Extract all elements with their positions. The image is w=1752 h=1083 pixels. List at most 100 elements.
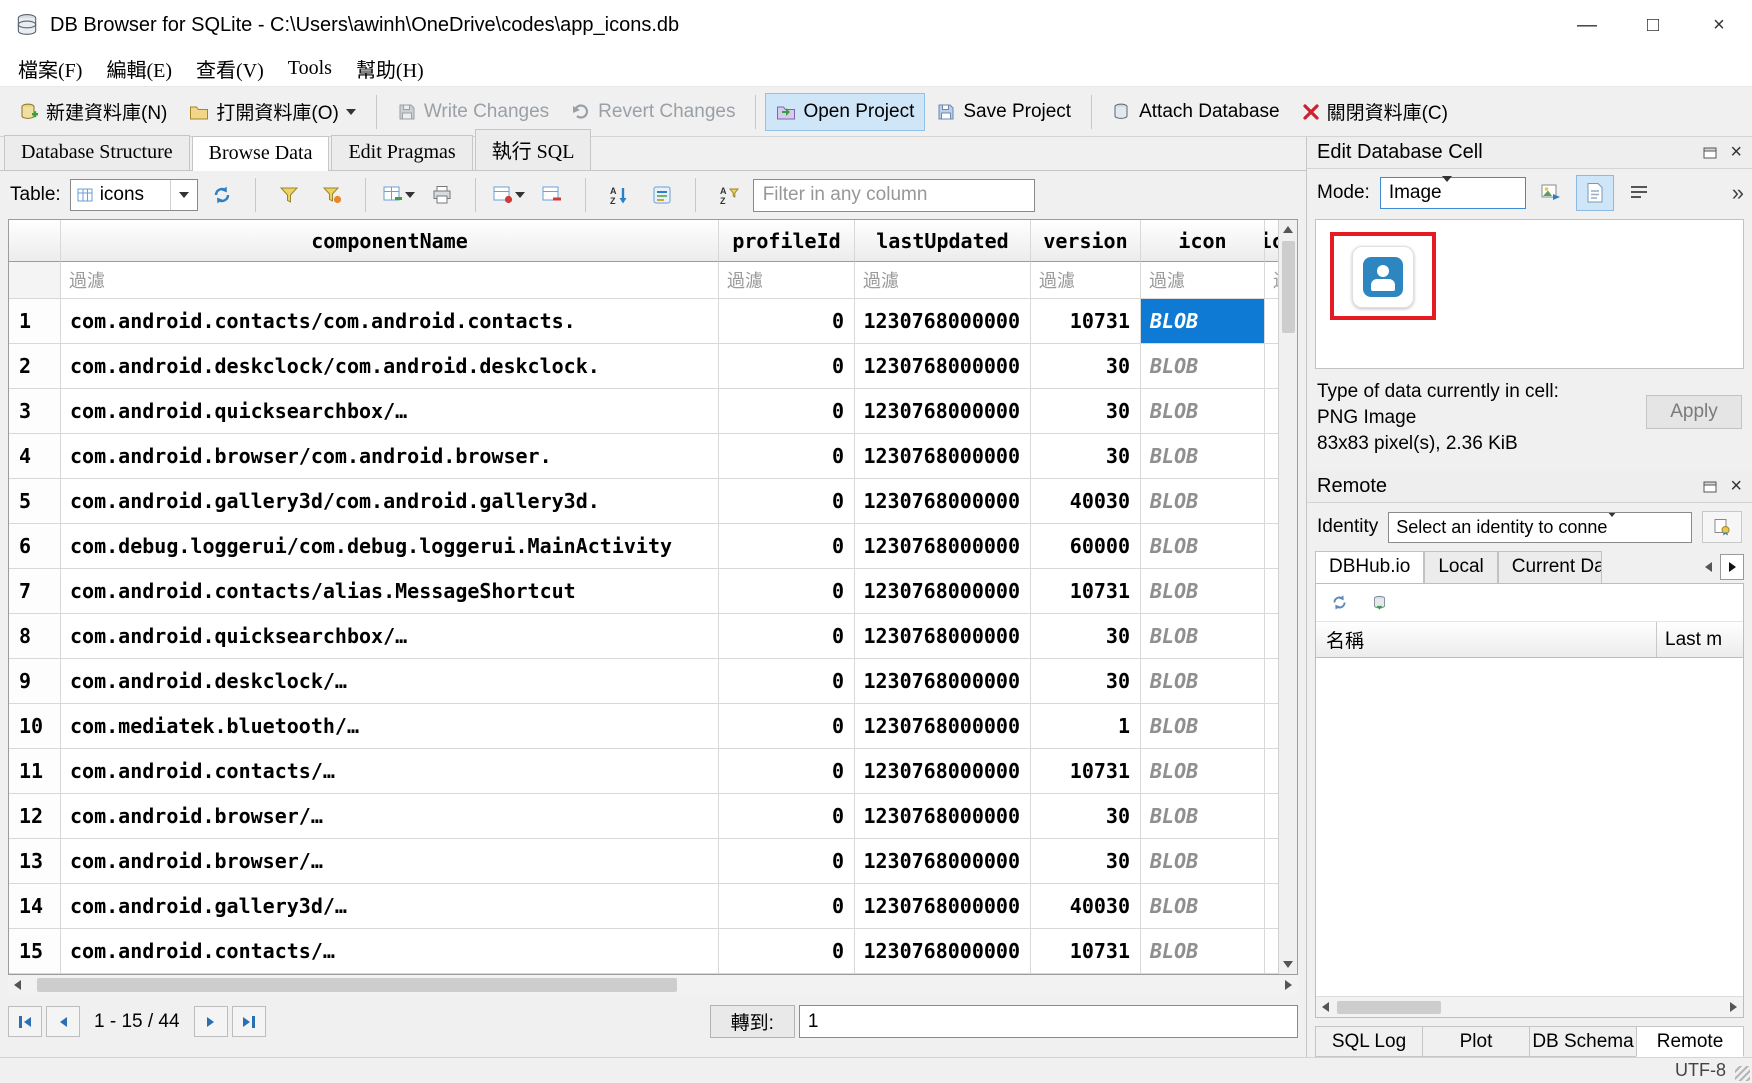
cell-profileid[interactable]: 0 bbox=[719, 659, 855, 704]
clear-filters-button[interactable] bbox=[270, 178, 308, 212]
cell-partial[interactable] bbox=[1265, 479, 1278, 524]
menu-view[interactable]: 查看(V) bbox=[184, 49, 276, 88]
menu-file[interactable]: 檔案(F) bbox=[6, 49, 94, 88]
refresh-button[interactable] bbox=[203, 178, 241, 212]
cell-lastupdated[interactable]: 1230768000000 bbox=[855, 524, 1031, 569]
scroll-right-arrow[interactable] bbox=[1279, 976, 1298, 995]
cell-version[interactable]: 30 bbox=[1031, 794, 1141, 839]
new-record-button[interactable] bbox=[380, 178, 418, 212]
remote-scroll-right-arrow[interactable] bbox=[1724, 998, 1743, 1017]
row-number-cell[interactable]: 2 bbox=[9, 344, 61, 389]
cell-profileid[interactable]: 0 bbox=[719, 524, 855, 569]
remote-scroll-left-arrow[interactable] bbox=[1316, 998, 1335, 1017]
scroll-up-arrow[interactable] bbox=[1279, 220, 1298, 239]
cell-version[interactable]: 30 bbox=[1031, 839, 1141, 884]
print-button[interactable] bbox=[423, 178, 461, 212]
table-select[interactable]: icons bbox=[70, 179, 198, 211]
remote-tab-current-database[interactable]: Current Dat bbox=[1498, 551, 1602, 583]
text-mode-button[interactable] bbox=[1576, 175, 1614, 211]
cell-icon-blob[interactable]: BLOB bbox=[1141, 704, 1265, 749]
row-number-cell[interactable]: 15 bbox=[9, 929, 61, 974]
row-number-cell[interactable]: 13 bbox=[9, 839, 61, 884]
next-record-button[interactable] bbox=[194, 1006, 228, 1037]
row-number-cell[interactable]: 12 bbox=[9, 794, 61, 839]
cell-partial[interactable] bbox=[1265, 929, 1278, 974]
cell-partial[interactable] bbox=[1265, 299, 1278, 344]
cell-componentname[interactable]: com.android.contacts/… bbox=[61, 749, 719, 794]
maximize-button[interactable]: □ bbox=[1620, 0, 1686, 50]
row-number-cell[interactable]: 3 bbox=[9, 389, 61, 434]
cell-lastupdated[interactable]: 1230768000000 bbox=[855, 794, 1031, 839]
resize-grip[interactable] bbox=[1735, 1066, 1750, 1081]
cell-componentname[interactable]: com.android.gallery3d/… bbox=[61, 884, 719, 929]
cell-componentname[interactable]: com.debug.loggerui/com.debug.loggerui.Ma… bbox=[61, 524, 719, 569]
close-panel-icon[interactable]: × bbox=[1730, 475, 1742, 498]
cell-icon-blob[interactable]: BLOB bbox=[1141, 434, 1265, 479]
dock-tab-plot[interactable]: Plot bbox=[1422, 1026, 1529, 1057]
cell-profileid[interactable]: 0 bbox=[719, 839, 855, 884]
cell-icon-blob[interactable]: BLOB bbox=[1141, 659, 1265, 704]
table-row[interactable]: 8 com.android.quicksearchbox/… 0 1230768… bbox=[9, 614, 1278, 659]
filter-input-icon[interactable]: 過濾 bbox=[1141, 262, 1265, 299]
cell-partial[interactable] bbox=[1265, 524, 1278, 569]
close-button[interactable]: × bbox=[1686, 0, 1752, 50]
table-row[interactable]: 2 com.android.deskclock/com.android.desk… bbox=[9, 344, 1278, 389]
cell-icon-blob[interactable]: BLOB bbox=[1141, 344, 1265, 389]
cell-lastupdated[interactable]: 1230768000000 bbox=[855, 299, 1031, 344]
cell-version[interactable]: 1 bbox=[1031, 704, 1141, 749]
dock-tab-db-schema[interactable]: DB Schema bbox=[1529, 1026, 1636, 1057]
new-record-caret[interactable] bbox=[405, 192, 415, 198]
remote-tab-local[interactable]: Local bbox=[1424, 551, 1497, 583]
table-row[interactable]: 6 com.debug.loggerui/com.debug.loggerui.… bbox=[9, 524, 1278, 569]
cell-componentname[interactable]: com.android.browser/… bbox=[61, 839, 719, 884]
cell-version[interactable]: 10731 bbox=[1031, 929, 1141, 974]
close-database-button[interactable]: 關閉資料庫(C) bbox=[1291, 90, 1459, 133]
remote-scroll-thumb[interactable] bbox=[1337, 1001, 1441, 1014]
cell-lastupdated[interactable]: 1230768000000 bbox=[855, 569, 1031, 614]
dock-tab-remote[interactable]: Remote bbox=[1636, 1026, 1744, 1057]
filter-any-column-input[interactable] bbox=[753, 179, 1035, 212]
cell-profileid[interactable]: 0 bbox=[719, 929, 855, 974]
filter-input-partial[interactable]: 過濾 bbox=[1265, 262, 1278, 299]
cell-partial[interactable] bbox=[1265, 704, 1278, 749]
cell-profileid[interactable]: 0 bbox=[719, 614, 855, 659]
import-certificate-button[interactable] bbox=[1702, 511, 1742, 543]
toolbar-overflow-chevron[interactable]: » bbox=[1732, 180, 1742, 206]
table-row[interactable]: 10 com.mediatek.bluetooth/… 0 1230768000… bbox=[9, 704, 1278, 749]
cell-lastupdated[interactable]: 1230768000000 bbox=[855, 704, 1031, 749]
table-row[interactable]: 11 com.android.contacts/… 0 123076800000… bbox=[9, 749, 1278, 794]
cell-componentname[interactable]: com.android.quicksearchbox/… bbox=[61, 389, 719, 434]
column-header-version[interactable]: version bbox=[1031, 220, 1141, 262]
table-row[interactable]: 5 com.android.gallery3d/com.android.gall… bbox=[9, 479, 1278, 524]
cell-icon-blob[interactable]: BLOB bbox=[1141, 614, 1265, 659]
cell-profileid[interactable]: 0 bbox=[719, 299, 855, 344]
cell-icon-blob[interactable]: BLOB bbox=[1141, 299, 1265, 344]
row-number-cell[interactable]: 7 bbox=[9, 569, 61, 614]
tab-database-structure[interactable]: Database Structure bbox=[4, 135, 190, 170]
cell-partial[interactable] bbox=[1265, 614, 1278, 659]
column-header-componentname[interactable]: componentName bbox=[61, 220, 719, 262]
float-panel-icon[interactable] bbox=[1702, 145, 1718, 161]
row-number-cell[interactable]: 4 bbox=[9, 434, 61, 479]
sort-ascending-button[interactable]: AZ bbox=[600, 178, 638, 212]
cell-profileid[interactable]: 0 bbox=[719, 344, 855, 389]
cell-componentname[interactable]: com.mediatek.bluetooth/… bbox=[61, 704, 719, 749]
float-panel-icon[interactable] bbox=[1702, 479, 1718, 495]
cell-version[interactable]: 30 bbox=[1031, 344, 1141, 389]
goto-button[interactable]: 轉到: bbox=[710, 1005, 795, 1038]
cell-componentname[interactable]: com.android.contacts/alias.MessageShortc… bbox=[61, 569, 719, 614]
cell-componentname[interactable]: com.android.browser/… bbox=[61, 794, 719, 839]
cell-partial[interactable] bbox=[1265, 839, 1278, 884]
cell-version[interactable]: 40030 bbox=[1031, 884, 1141, 929]
cell-lastupdated[interactable]: 1230768000000 bbox=[855, 434, 1031, 479]
cell-partial[interactable] bbox=[1265, 659, 1278, 704]
column-header-partial[interactable]: ic bbox=[1265, 220, 1278, 262]
cell-lastupdated[interactable]: 1230768000000 bbox=[855, 929, 1031, 974]
cell-icon-blob[interactable]: BLOB bbox=[1141, 749, 1265, 794]
identity-select[interactable]: Select an identity to conne bbox=[1388, 512, 1692, 543]
column-header-lastupdated[interactable]: lastUpdated bbox=[855, 220, 1031, 262]
scroll-left-arrow[interactable] bbox=[8, 976, 27, 995]
cell-icon-blob[interactable]: BLOB bbox=[1141, 524, 1265, 569]
open-project-button[interactable]: Open Project bbox=[765, 93, 925, 131]
filter-input-componentname[interactable]: 過濾 bbox=[61, 262, 719, 299]
